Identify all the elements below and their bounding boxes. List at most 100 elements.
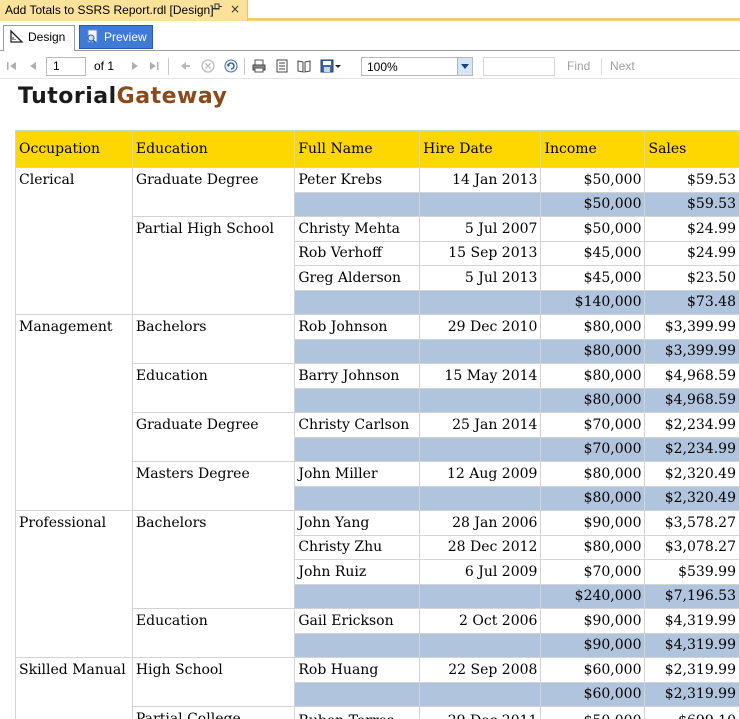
full-name-cell: Rob Verhoff <box>294 240 421 266</box>
occupation-cell: Management <box>15 314 133 511</box>
subtotal-blank-cell <box>419 387 542 413</box>
page-setup-icon[interactable] <box>297 59 311 73</box>
sales-cell: $539.99 <box>644 559 740 585</box>
view-tabs: Design Preview <box>0 21 740 51</box>
education-cell: Bachelors <box>131 510 296 609</box>
full-name-cell: John Miller <box>294 461 421 487</box>
full-name-cell: Peter Krebs <box>294 167 421 193</box>
pin-icon[interactable] <box>212 3 222 15</box>
toolbar-separator <box>601 58 602 75</box>
sales-cell: $3,078.27 <box>644 534 740 560</box>
education-cell: Bachelors <box>131 314 296 364</box>
table-row: Clerical Graduate Degree Peter Krebs 14 Jan… <box>15 167 740 315</box>
tab-preview[interactable]: Preview <box>79 25 153 49</box>
subtotal-blank-cell <box>294 289 421 315</box>
full-name-cell: Ruben Torres <box>294 706 421 719</box>
income-cell: $60,000 <box>540 657 646 683</box>
sales-total-cell: $2,234.99 <box>644 436 740 462</box>
stop-icon[interactable] <box>201 59 215 73</box>
last-page-icon[interactable] <box>147 59 161 73</box>
income-cell: $50,000 <box>540 167 646 193</box>
column-header: Full Name <box>294 130 421 168</box>
subtotal-blank-cell <box>294 191 421 217</box>
subtotal-blank-cell <box>294 632 421 658</box>
document-tab[interactable]: Add Totals to SSRS Report.rdl [Design] × <box>0 0 248 21</box>
tutorial-gateway-logo: TutorialGateway <box>18 84 227 109</box>
sales-total-cell: $4,319.99 <box>644 632 740 658</box>
next-page-icon[interactable] <box>128 59 142 73</box>
hire-date-cell: 28 Dec 2012 <box>419 534 542 560</box>
sales-cell: $59.53 <box>644 167 740 193</box>
income-cell: $50,000 <box>540 706 646 719</box>
chevron-down-icon[interactable] <box>457 58 472 75</box>
report-viewer-toolbar: 1 of 1 100% Find Next <box>0 54 740 79</box>
hire-date-cell: 6 Jul 2009 <box>419 559 542 585</box>
column-header: Occupation <box>15 130 133 168</box>
preview-report-icon <box>87 29 98 44</box>
income-cell: $90,000 <box>540 608 646 634</box>
income-cell: $45,000 <box>540 265 646 291</box>
full-name-cell: Christy Mehta <box>294 216 421 242</box>
full-name-cell: Barry Johnson <box>294 363 421 389</box>
report-canvas: TutorialGateway Occupation Education Full … <box>0 80 740 719</box>
first-page-icon[interactable] <box>5 59 19 73</box>
sales-cell: $4,968.59 <box>644 363 740 389</box>
sales-total-cell: $2,320.49 <box>644 485 740 511</box>
subtotal-blank-cell <box>419 289 542 315</box>
sales-total-cell: $73.48 <box>644 289 740 315</box>
hire-date-cell: 15 May 2014 <box>419 363 542 389</box>
design-ruler-icon <box>10 29 24 43</box>
sales-cell: $2,234.99 <box>644 412 740 438</box>
subtotal-blank-cell <box>419 436 542 462</box>
column-header: Hire Date <box>419 130 542 168</box>
document-tab-strip: Add Totals to SSRS Report.rdl [Design] × <box>0 0 740 21</box>
income-total-cell: $90,000 <box>540 632 646 658</box>
page-number-input[interactable]: 1 <box>46 57 86 76</box>
column-header: Education <box>131 130 296 168</box>
full-name-cell: John Ruiz <box>294 559 421 585</box>
full-name-cell: Rob Huang <box>294 657 421 683</box>
back-icon[interactable] <box>178 59 192 73</box>
logo-text-part2: Gateway <box>116 84 228 109</box>
hire-date-cell: 14 Jan 2013 <box>419 167 542 193</box>
hire-date-cell: 15 Sep 2013 <box>419 240 542 266</box>
sales-total-cell: $4,968.59 <box>644 387 740 413</box>
subtotal-blank-cell <box>419 681 542 707</box>
income-cell: $50,000 <box>540 216 646 242</box>
subtotal-blank-cell <box>294 583 421 609</box>
table-body: Clerical Graduate Degree Peter Krebs 14 Jan… <box>15 167 740 719</box>
refresh-icon[interactable] <box>224 59 238 73</box>
zoom-value: 100% <box>367 60 398 74</box>
find-input[interactable] <box>483 57 555 76</box>
sales-cell: $2,320.49 <box>644 461 740 487</box>
full-name-cell: John Yang <box>294 510 421 536</box>
income-cell: $70,000 <box>540 412 646 438</box>
hire-date-cell: 5 Jul 2013 <box>419 265 542 291</box>
education-cell: High School <box>131 657 296 707</box>
export-icon[interactable] <box>320 59 342 73</box>
subtotal-blank-cell <box>419 191 542 217</box>
occupation-cell: Skilled Manual <box>15 657 133 719</box>
table-row: Skilled Manual High School Rob Huang 22 Sep… <box>15 657 740 719</box>
education-cell: Graduate Degree <box>131 167 296 217</box>
income-total-cell: $50,000 <box>540 191 646 217</box>
income-total-cell: $80,000 <box>540 387 646 413</box>
tab-design[interactable]: Design <box>3 25 75 51</box>
document-tab-title: Add Totals to SSRS Report.rdl [Design] <box>5 3 214 17</box>
print-layout-icon[interactable] <box>275 59 289 73</box>
education-cell: Masters Degree <box>131 461 296 511</box>
find-next-link[interactable]: Next <box>610 59 635 73</box>
subtotal-blank-cell <box>419 485 542 511</box>
tab-preview-label: Preview <box>104 30 147 44</box>
education-cell: Partial College <box>131 706 296 719</box>
zoom-select[interactable]: 100% <box>361 57 473 76</box>
find-link[interactable]: Find <box>567 59 590 73</box>
subtotal-blank-cell <box>419 338 542 364</box>
print-icon[interactable] <box>252 59 266 73</box>
subtotal-blank-cell <box>294 338 421 364</box>
subtotal-blank-cell <box>294 681 421 707</box>
income-cell: $90,000 <box>540 510 646 536</box>
hire-date-cell: 29 Dec 2011 <box>419 706 542 719</box>
close-tab-icon[interactable]: × <box>230 2 240 16</box>
previous-page-icon[interactable] <box>26 59 40 73</box>
